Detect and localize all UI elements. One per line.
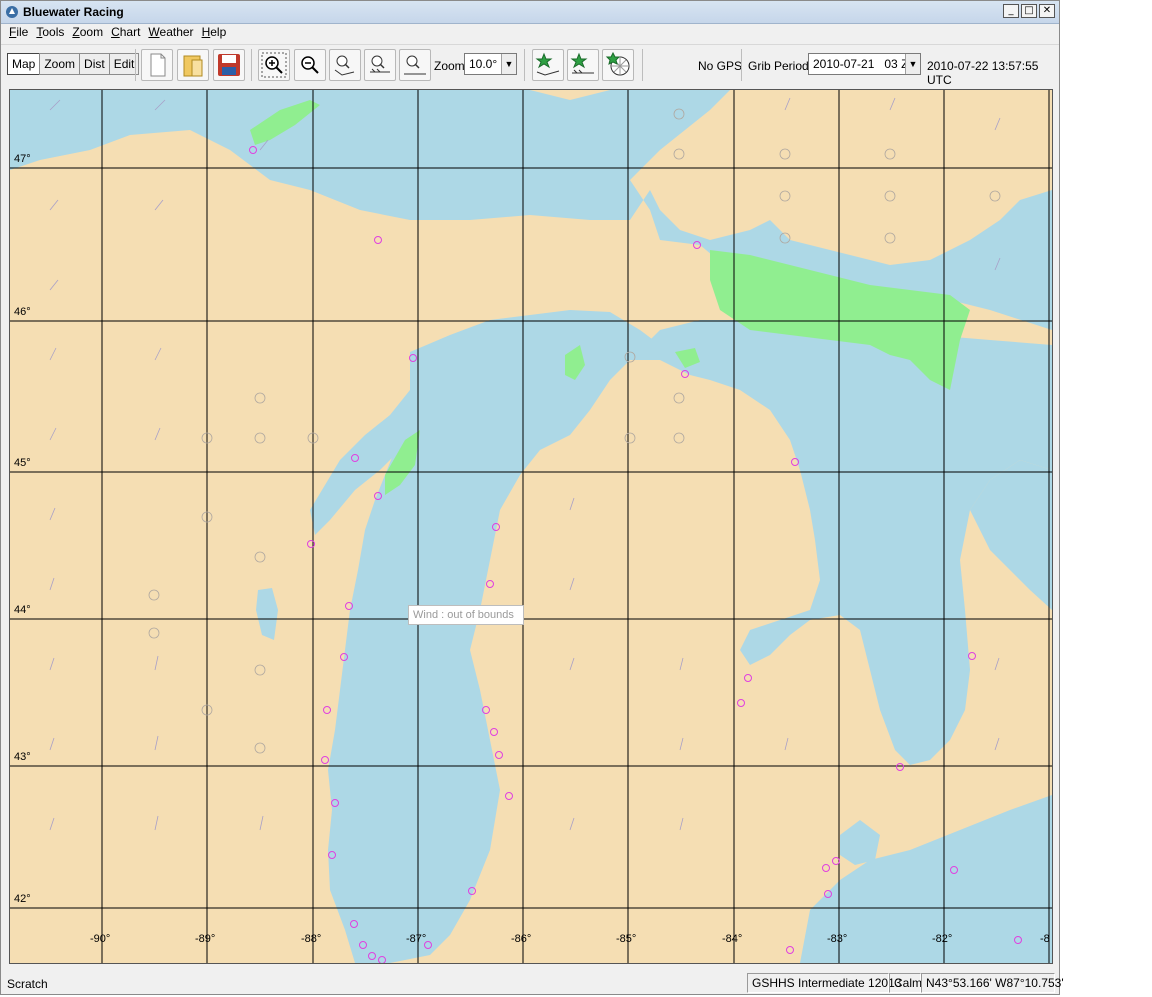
menu-weather[interactable]: Weather [144, 23, 197, 43]
chart-map[interactable]: 47° 46° 45° 44° 43° 42° -90° -89° -88° -… [9, 89, 1053, 964]
lat-label: 46° [14, 306, 31, 318]
menu-tools[interactable]: Tools [32, 23, 68, 43]
grib-periods-label: Grib Periods [748, 59, 815, 73]
minimize-button[interactable]: _ [1003, 4, 1019, 18]
mode-map-button[interactable]: Map [7, 53, 41, 75]
toolbar-separator [741, 49, 742, 81]
app-logo-icon [6, 6, 18, 18]
grib-period-select[interactable]: 2010-07-21 03 Z ▼ [808, 53, 921, 75]
menu-chart[interactable]: Chart [107, 23, 144, 43]
menu-help[interactable]: Help [198, 23, 231, 43]
menu-zoom[interactable]: Zoom [68, 23, 107, 43]
maximize-button[interactable]: □ [1021, 4, 1037, 18]
route-waypoint-icon[interactable] [532, 49, 564, 81]
toolbar-separator [251, 49, 252, 81]
zoom-label: Zoom [434, 59, 465, 73]
zoom-select-value: 10.0° [469, 57, 498, 71]
lat-label: 42° [14, 893, 31, 905]
title-bar: Bluewater Racing _ □ ✕ [1, 1, 1059, 24]
lon-label: -8 [1040, 933, 1050, 945]
lat-label: 44° [14, 604, 31, 616]
toolbar-separator [135, 49, 136, 81]
zoom-wind-icon[interactable] [364, 49, 396, 81]
lon-label: -90° [90, 933, 110, 945]
lat-label: 43° [14, 751, 31, 763]
chevron-down-icon: ▼ [501, 54, 516, 74]
lon-label: -86° [511, 933, 531, 945]
status-bar: Scratch GSHHS Intermediate 12013 Calm N4… [1, 971, 1064, 995]
toolbar-separator [524, 49, 525, 81]
gps-status: No GPS [698, 59, 743, 73]
save-icon[interactable] [213, 49, 245, 81]
new-file-icon[interactable] [141, 49, 173, 81]
lat-label: 47° [14, 153, 31, 165]
lon-label: -82° [932, 933, 952, 945]
lon-label: -87° [406, 933, 426, 945]
window-title: Bluewater Racing [23, 5, 124, 19]
lon-label: -84° [722, 933, 742, 945]
lon-label: -88° [301, 933, 321, 945]
lon-label: -89° [195, 933, 215, 945]
polar-icon[interactable] [602, 49, 634, 81]
status-dataset: GSHHS Intermediate 12013 [747, 973, 901, 993]
map-canvas[interactable]: 47° 46° 45° 44° 43° 42° -90° -89° -88° -… [10, 90, 1052, 963]
grib-period-value: 2010-07-21 03 Z [813, 57, 909, 71]
open-folder-icon[interactable] [177, 49, 209, 81]
lon-label: -85° [616, 933, 636, 945]
status-message: Scratch [7, 977, 48, 991]
wind-waypoint-icon[interactable] [567, 49, 599, 81]
lon-label: -83° [827, 933, 847, 945]
toolbar-separator [642, 49, 643, 81]
zoom-route-icon[interactable] [329, 49, 361, 81]
app-window: Bluewater Racing _ □ ✕ File Tools Zoom C… [0, 0, 1064, 995]
mode-selector: Map Zoom Dist Edit [7, 53, 140, 75]
status-wind: Calm [889, 973, 922, 993]
zoom-select[interactable]: 10.0° ▼ [464, 53, 517, 75]
utc-clock: 2010-07-22 13:57:55 UTC [927, 59, 1039, 87]
zoom-box-icon[interactable] [258, 49, 290, 81]
wind-tooltip: Wind : out of bounds [408, 605, 524, 625]
menu-bar: File Tools Zoom Chart Weather Help [1, 23, 1059, 43]
zoom-fit-icon[interactable] [399, 49, 431, 81]
chevron-down-icon: ▼ [905, 54, 920, 74]
menu-file[interactable]: File [5, 23, 32, 43]
lat-label: 45° [14, 457, 31, 469]
close-button[interactable]: ✕ [1039, 4, 1055, 18]
mode-dist-button[interactable]: Dist [79, 53, 110, 75]
zoom-out-icon[interactable] [294, 49, 326, 81]
mode-zoom-button[interactable]: Zoom [39, 53, 81, 75]
toolbar: Map Zoom Dist Edit Zoom 10.0° ▼ No GPS G… [1, 44, 1059, 87]
status-position: N43°53.166' W87°10.753' [921, 973, 1064, 993]
